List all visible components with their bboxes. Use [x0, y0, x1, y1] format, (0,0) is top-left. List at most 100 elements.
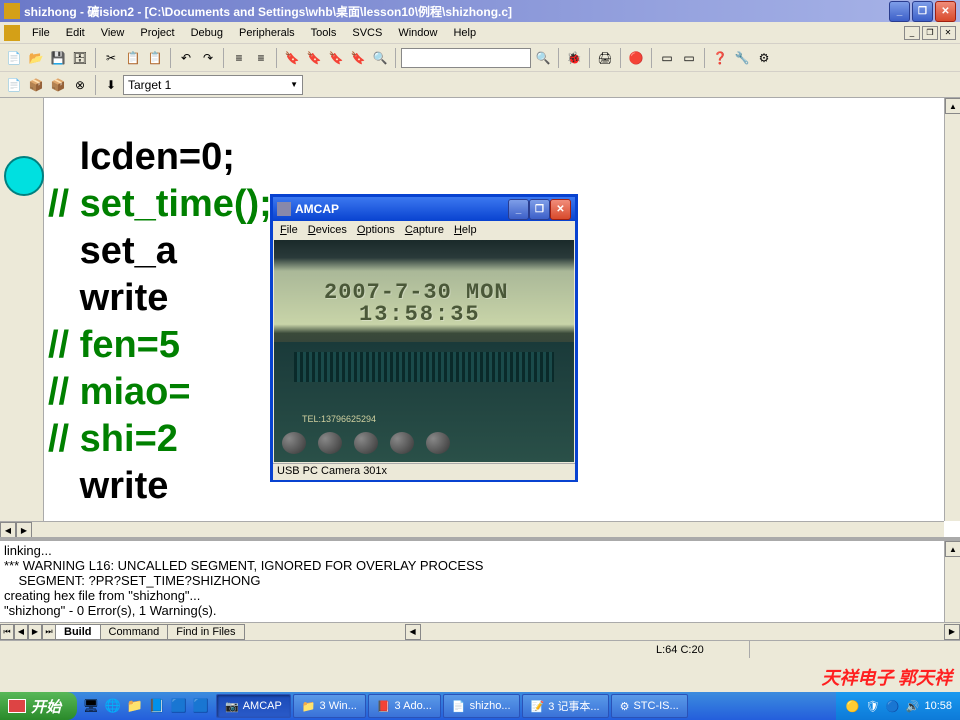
- ie-icon[interactable]: 🌐: [103, 695, 123, 717]
- amcap-menu-capture[interactable]: Capture: [400, 223, 449, 237]
- taskbar-item-stc[interactable]: ⚙ STC-IS...: [611, 694, 688, 718]
- lcd-time-text: 13:58:35: [359, 302, 481, 327]
- menu-window[interactable]: Window: [390, 25, 445, 41]
- mdi-controls: _ ❐ ✕: [904, 26, 956, 40]
- taskbar-item-win[interactable]: 📁 3 Win...: [293, 694, 366, 718]
- taskbar-item-shizho[interactable]: 📄 shizho...: [443, 694, 520, 718]
- bookmark-icon[interactable]: 🔖: [282, 48, 302, 68]
- output-horizontal-scrollbar[interactable]: ◀ ▶: [405, 624, 960, 640]
- tab-prev-icon[interactable]: ◀: [14, 624, 28, 640]
- scroll-left-icon[interactable]: ◀: [405, 624, 421, 640]
- bookmark-next-icon[interactable]: 🔖: [304, 48, 324, 68]
- menu-view[interactable]: View: [93, 25, 133, 41]
- ql-icon[interactable]: 🟦: [169, 695, 189, 717]
- translate-icon[interactable]: 📄: [4, 75, 24, 95]
- bookmark-clear-icon[interactable]: 🔖: [348, 48, 368, 68]
- tray-icon[interactable]: 🟡: [844, 698, 860, 714]
- find-icon[interactable]: 🔍: [533, 48, 553, 68]
- stop-build-icon[interactable]: ⊗: [70, 75, 90, 95]
- amcap-window[interactable]: AMCAP _ ❐ ✕ File Devices Options Capture…: [270, 194, 578, 482]
- tab-find-in-files[interactable]: Find in Files: [167, 624, 244, 640]
- taskbar-item-notepad[interactable]: 📝 3 记事本...: [522, 694, 609, 718]
- menu-edit[interactable]: Edit: [58, 25, 93, 41]
- window2-icon[interactable]: ▭: [679, 48, 699, 68]
- outdent-icon[interactable]: ≡: [251, 48, 271, 68]
- maximize-button[interactable]: ❐: [912, 1, 933, 22]
- find-in-files-icon[interactable]: 🔍: [370, 48, 390, 68]
- amcap-menu-options[interactable]: Options: [352, 223, 400, 237]
- menu-help[interactable]: Help: [445, 25, 484, 41]
- scroll-right-icon[interactable]: ▶: [944, 624, 960, 640]
- ql-icon[interactable]: 📁: [125, 695, 145, 717]
- menu-tools[interactable]: Tools: [303, 25, 345, 41]
- paste-icon[interactable]: 📋: [145, 48, 165, 68]
- target-combo[interactable]: Target 1 ▼: [123, 75, 303, 95]
- taskbar-item-ado[interactable]: 📕 3 Ado...: [368, 694, 441, 718]
- minimize-button[interactable]: _: [889, 1, 910, 22]
- mdi-minimize[interactable]: _: [904, 26, 920, 40]
- indent-icon[interactable]: ≡: [229, 48, 249, 68]
- undo-icon[interactable]: ↶: [176, 48, 196, 68]
- taskbar-clock[interactable]: 10:58: [924, 700, 952, 712]
- copy-icon[interactable]: 📋: [123, 48, 143, 68]
- amcap-menu-help[interactable]: Help: [449, 223, 482, 237]
- start-button[interactable]: 开始: [0, 692, 77, 720]
- scroll-right-icon[interactable]: ▶: [16, 522, 32, 538]
- tel-label: TEL:13796625294: [302, 414, 376, 424]
- tool2-icon[interactable]: ⚙: [754, 48, 774, 68]
- close-button[interactable]: ✕: [935, 1, 956, 22]
- breakpoint-icon[interactable]: 🔴: [626, 48, 646, 68]
- redo-icon[interactable]: ↷: [198, 48, 218, 68]
- mdi-restore[interactable]: ❐: [922, 26, 938, 40]
- ql-icon[interactable]: 📘: [147, 695, 167, 717]
- mdi-close[interactable]: ✕: [940, 26, 956, 40]
- amcap-maximize-button[interactable]: ❐: [529, 199, 550, 220]
- tool-icon[interactable]: 🔧: [732, 48, 752, 68]
- download-icon[interactable]: ⬇: [101, 75, 121, 95]
- cut-icon[interactable]: ✂: [101, 48, 121, 68]
- amcap-minimize-button[interactable]: _: [508, 199, 529, 220]
- tab-last-icon[interactable]: ⏭: [42, 624, 56, 640]
- output-vertical-scrollbar[interactable]: ▲: [944, 541, 960, 625]
- save-all-icon[interactable]: 🗄: [70, 48, 90, 68]
- menu-file[interactable]: File: [24, 25, 58, 41]
- scroll-left-icon[interactable]: ◀: [0, 522, 16, 538]
- rebuild-icon[interactable]: 📦: [48, 75, 68, 95]
- find-combo[interactable]: [401, 48, 531, 68]
- save-icon[interactable]: 💾: [48, 48, 68, 68]
- tray-icon[interactable]: 🔵: [884, 698, 900, 714]
- editor-vertical-scrollbar[interactable]: ▲: [944, 98, 960, 521]
- build-icon[interactable]: 📦: [26, 75, 46, 95]
- bookmark-prev-icon[interactable]: 🔖: [326, 48, 346, 68]
- tab-command[interactable]: Command: [100, 624, 169, 640]
- tab-next-icon[interactable]: ▶: [28, 624, 42, 640]
- ql-icon[interactable]: 🟦: [191, 695, 211, 717]
- amcap-titlebar[interactable]: AMCAP _ ❐ ✕: [273, 197, 575, 221]
- tab-first-icon[interactable]: ⏮: [0, 624, 14, 640]
- scroll-up-icon[interactable]: ▲: [945, 98, 960, 114]
- new-file-icon[interactable]: 📄: [4, 48, 24, 68]
- menu-svcs[interactable]: SVCS: [344, 25, 390, 41]
- editor-horizontal-scrollbar[interactable]: ◀ ▶: [0, 521, 944, 537]
- menu-project[interactable]: Project: [132, 25, 182, 41]
- tray-icon[interactable]: 🛡: [864, 698, 880, 714]
- tab-build[interactable]: Build: [55, 624, 101, 640]
- window-icon[interactable]: ▭: [657, 48, 677, 68]
- doc-icon: [4, 25, 20, 41]
- system-tray: 🟡 🛡 🔵 🔊 10:58: [836, 692, 960, 720]
- taskbar-item-amcap[interactable]: 📷 AMCAP: [216, 694, 291, 718]
- show-desktop-icon[interactable]: 🖥: [81, 695, 101, 717]
- amcap-menu-file[interactable]: File: [275, 223, 303, 237]
- open-file-icon[interactable]: 📂: [26, 48, 46, 68]
- help-icon[interactable]: ❓: [710, 48, 730, 68]
- amcap-menu-devices[interactable]: Devices: [303, 223, 352, 237]
- breakpoint-marker[interactable]: [4, 156, 44, 196]
- menu-debug[interactable]: Debug: [183, 25, 231, 41]
- menu-peripherals[interactable]: Peripherals: [231, 25, 303, 41]
- amcap-close-button[interactable]: ✕: [550, 199, 571, 220]
- tray-icon[interactable]: 🔊: [904, 698, 920, 714]
- print-icon[interactable]: 🖨: [595, 48, 615, 68]
- output-text[interactable]: linking... *** WARNING L16: UNCALLED SEG…: [0, 541, 960, 620]
- debug-icon[interactable]: 🐞: [564, 48, 584, 68]
- scroll-up-icon[interactable]: ▲: [945, 541, 960, 557]
